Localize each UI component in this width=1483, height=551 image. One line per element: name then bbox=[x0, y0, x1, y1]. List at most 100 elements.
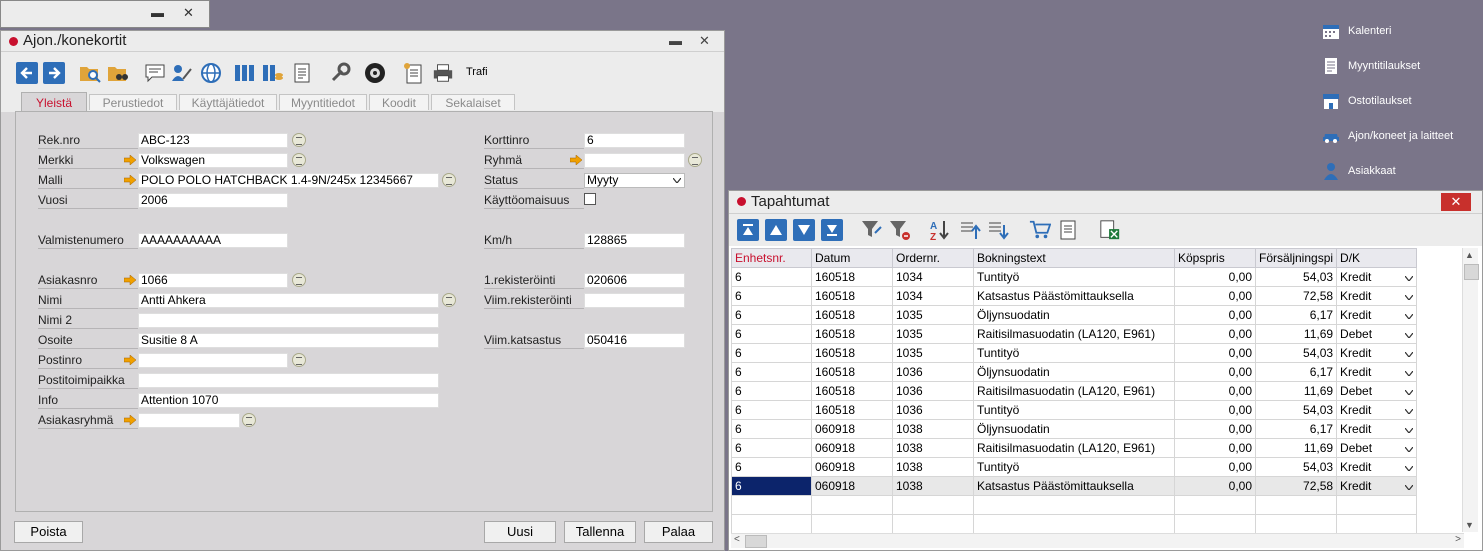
tab-yleista[interactable]: Yleistä bbox=[21, 92, 87, 112]
table-cell[interactable]: 54,03 bbox=[1254, 400, 1338, 420]
table-cell[interactable]: 160518 bbox=[811, 381, 893, 401]
postitoimipaikka-field[interactable] bbox=[138, 373, 439, 388]
status-select[interactable]: Myyty bbox=[584, 173, 685, 188]
table-cell[interactable]: Katsastus Päästömittauksella bbox=[973, 476, 1175, 496]
table-cell[interactable]: 54,03 bbox=[1254, 343, 1338, 363]
tire-button[interactable] bbox=[364, 62, 386, 84]
table-cell[interactable]: Öljynsuodatin bbox=[973, 362, 1175, 382]
lookup-icon[interactable] bbox=[292, 153, 306, 167]
table-cell[interactable]: 1036 bbox=[892, 362, 974, 382]
table-row[interactable]: 6 160518 1036 Tuntityö 0,00 54,03 Kredit bbox=[731, 400, 1418, 420]
table-cell[interactable]: 6 bbox=[731, 324, 812, 344]
filter-button[interactable] bbox=[861, 219, 883, 241]
lookup-icon[interactable] bbox=[242, 413, 256, 427]
table-cell[interactable]: 6 bbox=[731, 438, 812, 458]
sidebar-item-asiakkaat[interactable]: Asiakkaat bbox=[1322, 162, 1396, 180]
table-row[interactable]: 6 160518 1034 Tuntityö 0,00 54,03 Kredit bbox=[731, 267, 1418, 287]
minimize-button[interactable]: ▬ bbox=[669, 33, 682, 48]
table-cell[interactable]: 6 bbox=[731, 267, 812, 287]
table-cell[interactable]: 0,00 bbox=[1174, 343, 1256, 363]
table-cell[interactable]: Katsastus Päästömittauksella bbox=[973, 286, 1175, 306]
table-row[interactable]: 6 160518 1035 Tuntityö 0,00 54,03 Kredit bbox=[731, 343, 1418, 363]
info-field[interactable]: Attention 1070 bbox=[138, 393, 439, 408]
move-up-button[interactable] bbox=[959, 219, 981, 241]
table-cell[interactable]: 060918 bbox=[811, 476, 893, 496]
ryhma-field[interactable] bbox=[584, 153, 685, 168]
table-cell[interactable]: 0,00 bbox=[1174, 381, 1256, 401]
vertical-scrollbar[interactable]: ▲ ▼ bbox=[1462, 248, 1479, 532]
dk-select[interactable]: Kredit bbox=[1336, 400, 1418, 420]
postinro-field[interactable] bbox=[138, 353, 288, 368]
table-cell[interactable]: 160518 bbox=[811, 362, 893, 382]
table-cell[interactable]: 060918 bbox=[811, 457, 893, 477]
table-cell[interactable]: Öljynsuodatin bbox=[973, 419, 1175, 439]
forward-button[interactable] bbox=[43, 62, 65, 84]
column-header[interactable]: D/K bbox=[1336, 248, 1418, 268]
scroll-down-icon[interactable]: ▼ bbox=[1465, 520, 1474, 530]
users-edit-button[interactable] bbox=[171, 62, 193, 84]
table-cell[interactable]: Raitisilmasuodatin (LA120, E961) bbox=[973, 381, 1175, 401]
cart-button[interactable] bbox=[1029, 219, 1051, 241]
scroll-thumb[interactable] bbox=[745, 535, 767, 548]
table-cell[interactable]: 060918 bbox=[811, 438, 893, 458]
tab-myyntitiedot[interactable]: Myyntitiedot bbox=[279, 94, 367, 110]
table-cell[interactable]: Raitisilmasuodatin (LA120, E961) bbox=[973, 324, 1175, 344]
lookup-icon[interactable] bbox=[292, 133, 306, 147]
scroll-thumb[interactable] bbox=[1464, 264, 1479, 280]
reknro-field[interactable]: ABC-123 bbox=[138, 133, 288, 148]
table-row[interactable]: 6 160518 1036 Raitisilmasuodatin (LA120, E9… bbox=[731, 381, 1418, 401]
table-cell[interactable]: 1036 bbox=[892, 400, 974, 420]
table-cell[interactable]: 6 bbox=[731, 419, 812, 439]
table-cell[interactable]: 1036 bbox=[892, 381, 974, 401]
close-button[interactable]: ✕ bbox=[699, 33, 710, 49]
table-cell[interactable]: 1038 bbox=[892, 476, 974, 496]
document-button[interactable] bbox=[291, 62, 313, 84]
dk-select[interactable]: Kredit bbox=[1336, 286, 1418, 306]
columns-coins-button[interactable] bbox=[262, 62, 284, 84]
minimize-button[interactable]: ▬ bbox=[151, 5, 164, 20]
jump-arrow-icon[interactable] bbox=[124, 175, 136, 185]
table-cell[interactable]: 1035 bbox=[892, 324, 974, 344]
table-cell[interactable]: 0,00 bbox=[1174, 362, 1256, 382]
document-button[interactable] bbox=[1057, 219, 1079, 241]
table-cell[interactable]: 160518 bbox=[811, 286, 893, 306]
dk-select[interactable]: Kredit bbox=[1336, 267, 1418, 287]
osoite-field[interactable]: Susitie 8 A bbox=[138, 333, 439, 348]
nimi-field[interactable]: Antti Ahkera bbox=[138, 293, 439, 308]
trafi-button[interactable]: Trafi bbox=[466, 66, 488, 78]
dk-select[interactable]: Kredit bbox=[1336, 305, 1418, 325]
table-cell[interactable]: Tuntityö bbox=[973, 400, 1175, 420]
back-button[interactable] bbox=[16, 62, 38, 84]
valmistenumero-field[interactable]: AAAAAAAAAA bbox=[138, 233, 288, 248]
table-row[interactable]: 6 060918 1038 Öljynsuodatin 0,00 6,17 Kredit bbox=[731, 419, 1418, 439]
table-cell[interactable]: 0,00 bbox=[1174, 267, 1256, 287]
new-document-button[interactable] bbox=[402, 62, 424, 84]
table-cell[interactable]: Tuntityö bbox=[973, 267, 1175, 287]
table-cell[interactable]: Öljynsuodatin bbox=[973, 305, 1175, 325]
dk-select[interactable]: Debet bbox=[1336, 324, 1418, 344]
column-header[interactable]: Enhetsnr. bbox=[731, 248, 812, 268]
table-cell[interactable]: 6,17 bbox=[1254, 419, 1338, 439]
dk-select[interactable]: Debet bbox=[1336, 381, 1418, 401]
table-cell[interactable]: 72,58 bbox=[1254, 476, 1338, 496]
sidebar-item-ostotilaukset[interactable]: Ostotilaukset bbox=[1322, 92, 1412, 110]
print-button[interactable] bbox=[432, 62, 454, 84]
table-cell[interactable]: 6 bbox=[731, 343, 812, 363]
table-row[interactable]: 6 160518 1035 Öljynsuodatin 0,00 6,17 Kredit bbox=[731, 305, 1418, 325]
table-cell[interactable]: 0,00 bbox=[1174, 476, 1256, 496]
table-cell[interactable]: 160518 bbox=[811, 400, 893, 420]
table-row[interactable]: 6 160518 1034 Katsastus Päästömittauksella 0… bbox=[731, 286, 1418, 306]
table-cell[interactable]: 6 bbox=[731, 457, 812, 477]
korttinro-field[interactable]: 6 bbox=[584, 133, 685, 148]
table-cell[interactable]: 6 bbox=[731, 305, 812, 325]
dk-select[interactable]: Kredit bbox=[1336, 419, 1418, 439]
jump-arrow-icon[interactable] bbox=[570, 155, 582, 165]
tools-button[interactable] bbox=[329, 62, 351, 84]
table-cell[interactable]: 0,00 bbox=[1174, 400, 1256, 420]
table-cell[interactable]: 0,00 bbox=[1174, 286, 1256, 306]
asiakasryhma-field[interactable] bbox=[138, 413, 240, 428]
jump-arrow-icon[interactable] bbox=[124, 415, 136, 425]
malli-field[interactable]: POLO POLO HATCHBACK 1.4-9N/245x 12345667 bbox=[138, 173, 439, 188]
table-cell[interactable]: 0,00 bbox=[1174, 438, 1256, 458]
table-row[interactable]: 6 060918 1038 Katsastus Päästömittauksella 0… bbox=[731, 476, 1418, 496]
